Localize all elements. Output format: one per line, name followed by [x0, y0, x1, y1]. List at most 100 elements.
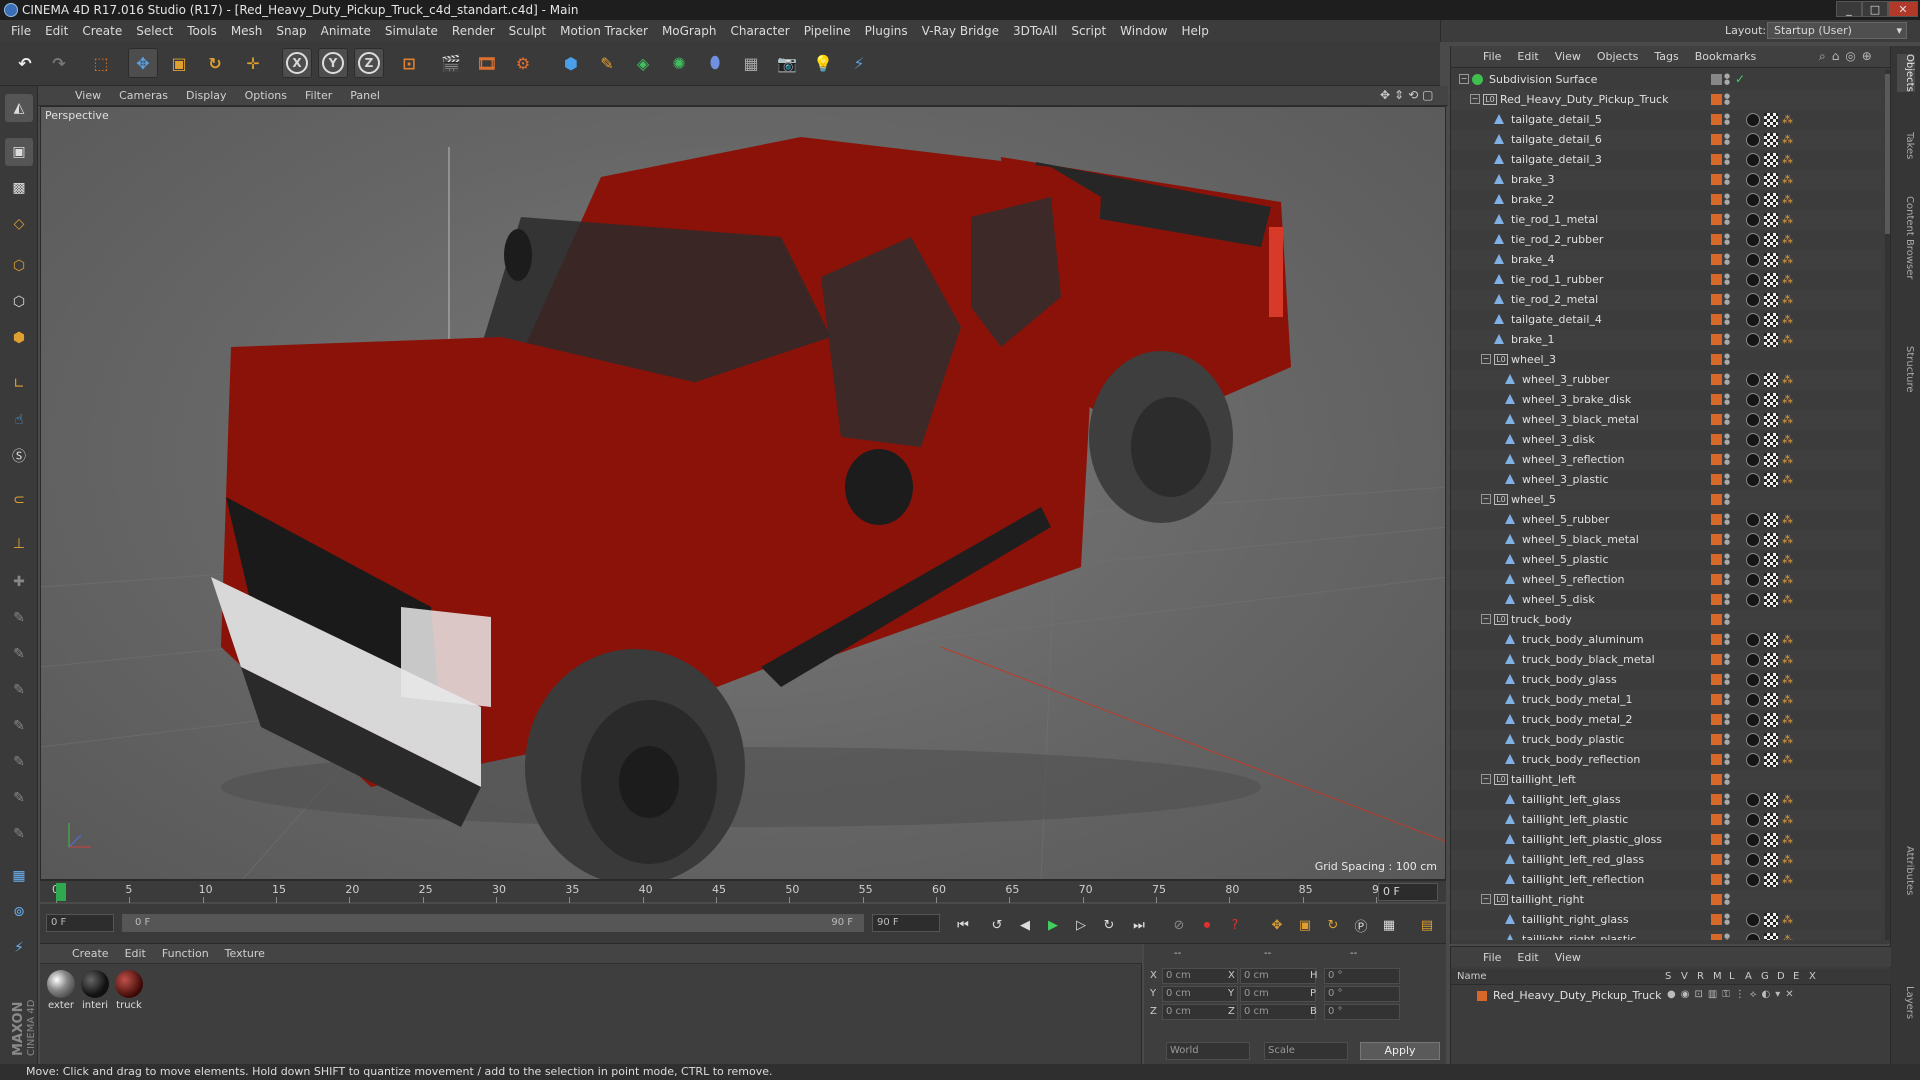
material-tag-icon[interactable] — [1746, 633, 1760, 647]
visibility-dots-icon[interactable]: ● ● — [1724, 633, 1730, 647]
key-rotation-icon[interactable]: ↻ — [1322, 914, 1344, 936]
timeline-ruler[interactable]: 051015202530354045505560657075808590 0 F — [40, 880, 1446, 903]
object-row-truck-body[interactable]: − L0 truck_body ● ● — [1451, 610, 1881, 630]
side-tab-content-browser[interactable]: Content Browser — [1897, 196, 1915, 279]
layer-column-r[interactable]: R — [1697, 971, 1704, 982]
visibility-dots-icon[interactable]: ● ● — [1724, 113, 1730, 127]
layer-row[interactable]: Red_Heavy_Duty_Pickup_Truck ●◉⊡▥⚿⋮⟡◐▾✕ — [1451, 987, 1891, 1005]
layer-menu-file[interactable]: File — [1475, 951, 1509, 964]
visibility-dots-icon[interactable]: ● ● — [1724, 573, 1730, 587]
material-tag-icon[interactable] — [1746, 593, 1760, 607]
y-axis-lock-button[interactable]: Y — [318, 48, 348, 78]
start-frame-field[interactable]: 0 F — [46, 914, 114, 932]
menu-mograph[interactable]: MoGraph — [655, 24, 724, 38]
layer-color-tag[interactable] — [1711, 694, 1722, 705]
expand-toggle-icon[interactable]: − — [1481, 494, 1491, 504]
layer-column-v[interactable]: V — [1681, 971, 1688, 982]
layer-color-tag[interactable] — [1711, 514, 1722, 525]
material-tag-icon[interactable] — [1746, 693, 1760, 707]
layer-color-tag[interactable] — [1711, 534, 1722, 545]
workplane-mode-icon[interactable]: ◇ — [5, 210, 33, 238]
keyframe-selection-icon[interactable]: ? — [1224, 914, 1246, 936]
visibility-dots-icon[interactable]: ● ● — [1724, 293, 1730, 307]
tweak-mode-icon[interactable]: ☝ — [5, 406, 33, 434]
visibility-dots-icon[interactable]: ● ● — [1724, 553, 1730, 567]
model-mode-icon[interactable]: ▣ — [5, 138, 33, 166]
phong-tag-icon[interactable]: ⁂ — [1782, 833, 1794, 847]
object-row-wheel-3-plastic[interactable]: wheel_3_plastic ● ● ⁂ — [1451, 470, 1881, 490]
layer-color-tag[interactable] — [1711, 194, 1722, 205]
phong-tag-icon[interactable]: ⁂ — [1782, 333, 1794, 347]
material-tag-icon[interactable] — [1746, 233, 1760, 247]
object-row-truck-body-glass[interactable]: truck_body_glass ● ● ⁂ — [1451, 670, 1881, 690]
object-row-taillight-left[interactable]: − L0 taillight_left ● ● — [1451, 770, 1881, 790]
visibility-dots-icon[interactable]: ● ● — [1724, 493, 1730, 507]
layer-color-tag[interactable] — [1711, 554, 1722, 565]
phong-tag-icon[interactable]: ⁂ — [1782, 593, 1794, 607]
texture-tag-icon[interactable] — [1764, 633, 1778, 647]
menu-window[interactable]: Window — [1113, 24, 1174, 38]
coord-value-field[interactable]: 0 cm — [1162, 968, 1238, 984]
texture-tag-icon[interactable] — [1764, 873, 1778, 887]
material-tag-icon[interactable] — [1746, 293, 1760, 307]
phong-tag-icon[interactable]: ⁂ — [1782, 713, 1794, 727]
layer-color-tag[interactable] — [1711, 254, 1722, 265]
object-row-wheel-3-reflection[interactable]: wheel_3_reflection ● ● ⁂ — [1451, 450, 1881, 470]
visibility-dots-icon[interactable]: ● ● — [1724, 413, 1730, 427]
camera-label[interactable]: Perspective — [45, 109, 109, 122]
menu-render[interactable]: Render — [445, 24, 502, 38]
quantize-icon[interactable]: ✚ — [5, 568, 33, 596]
menu-character[interactable]: Character — [723, 24, 796, 38]
visibility-dots-icon[interactable]: ● ● — [1724, 753, 1730, 767]
layer-color-tag[interactable] — [1711, 574, 1722, 585]
expand-toggle-icon[interactable]: − — [1481, 354, 1491, 364]
menu-v-ray-bridge[interactable]: V-Ray Bridge — [915, 24, 1006, 38]
array-generator-icon[interactable]: ✺ — [664, 48, 694, 78]
viewport-menu-view[interactable]: View — [66, 89, 110, 102]
material-tag-icon[interactable] — [1746, 833, 1760, 847]
layer-color-tag[interactable] — [1711, 214, 1722, 225]
points-mode-icon[interactable]: ⬡ — [5, 252, 33, 280]
menu-create[interactable]: Create — [75, 24, 129, 38]
expand-toggle-icon[interactable]: − — [1459, 74, 1469, 84]
layer-color-tag[interactable] — [1711, 734, 1722, 745]
material-tag-icon[interactable] — [1746, 253, 1760, 267]
material-tag-icon[interactable] — [1746, 853, 1760, 867]
texture-tag-icon[interactable] — [1764, 853, 1778, 867]
phong-tag-icon[interactable]: ⁂ — [1782, 673, 1794, 687]
material-tag-icon[interactable] — [1746, 813, 1760, 827]
next-frame-icon[interactable]: ▷ — [1070, 914, 1092, 936]
visibility-dots-icon[interactable]: ● ● — [1724, 593, 1730, 607]
texture-tag-icon[interactable] — [1764, 713, 1778, 727]
object-row-wheel-3-disk[interactable]: wheel_3_disk ● ● ⁂ — [1451, 430, 1881, 450]
layer-color-tag[interactable] — [1711, 614, 1722, 625]
object-manager-search-icons[interactable]: ⌕⌂◎⊕ — [1819, 49, 1878, 64]
deformer-icon[interactable]: ⬮ — [700, 48, 730, 78]
phong-tag-icon[interactable]: ⁂ — [1782, 573, 1794, 587]
object-row-tailgate-detail-5[interactable]: tailgate_detail_5 ● ● ⁂ — [1451, 110, 1881, 130]
layer-column-d[interactable]: D — [1777, 971, 1785, 982]
phong-tag-icon[interactable]: ⁂ — [1782, 173, 1794, 187]
key-parameter-icon[interactable]: Ⓟ — [1350, 914, 1372, 936]
layer-color-tag[interactable] — [1711, 174, 1722, 185]
visibility-dots-icon[interactable]: ● ● — [1724, 313, 1730, 327]
layer-color-tag[interactable] — [1711, 94, 1722, 105]
python-icon[interactable]: ⚡ — [5, 934, 33, 962]
visibility-dots-icon[interactable]: ● ● — [1724, 213, 1730, 227]
texture-tag-icon[interactable] — [1764, 933, 1778, 940]
layer-color-tag[interactable] — [1711, 594, 1722, 605]
phong-tag-icon[interactable]: ⁂ — [1782, 413, 1794, 427]
layer-color-tag[interactable] — [1711, 274, 1722, 285]
undo-icon[interactable]: ↶ — [10, 48, 40, 78]
move-tool-icon[interactable]: ✥ — [128, 48, 158, 78]
material-tag-icon[interactable] — [1746, 153, 1760, 167]
object-row-taillight-left-glass[interactable]: taillight_left_glass ● ● ⁂ — [1451, 790, 1881, 810]
autokeying-icon[interactable]: ⏺ — [1196, 914, 1218, 936]
layer-color-tag[interactable] — [1711, 654, 1722, 665]
layer-color-tag[interactable] — [1711, 634, 1722, 645]
coord-value-field[interactable]: 0 ° — [1324, 968, 1400, 984]
material-tag-icon[interactable] — [1746, 433, 1760, 447]
material-tag-icon[interactable] — [1746, 113, 1760, 127]
layer-color-tag[interactable] — [1711, 834, 1722, 845]
enabled-checkmark-icon[interactable]: ✓ — [1735, 72, 1745, 86]
